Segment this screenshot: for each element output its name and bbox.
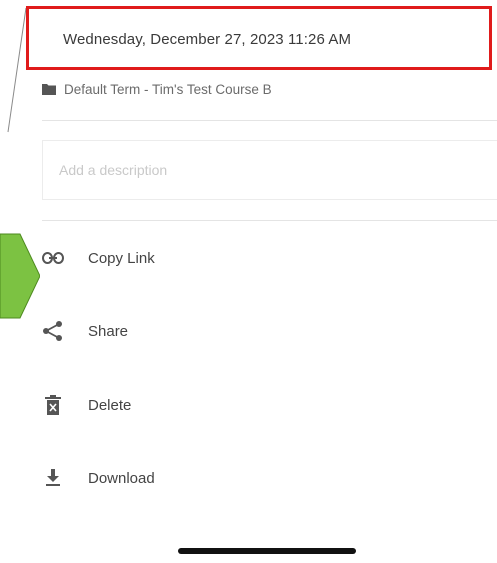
share-label: Share [88,322,129,340]
share-icon [42,320,64,342]
copy-link-button[interactable]: Copy Link [42,238,342,278]
delete-label: Delete [88,396,132,414]
delete-button[interactable]: Delete [42,385,342,425]
download-icon [42,467,64,489]
trash-icon [42,394,64,416]
datetime-highlight-box: Wednesday, December 27, 2023 11:26 AM [26,6,492,70]
link-icon [42,247,64,269]
pointer-arrow [0,233,40,319]
divider [42,220,497,221]
download-label: Download [88,469,155,487]
event-datetime: Wednesday, December 27, 2023 11:26 AM [63,31,352,48]
description-input[interactable] [42,140,497,200]
home-indicator[interactable] [178,548,356,554]
course-name: Default Term - Tim's Test Course B [64,81,272,97]
copy-link-label: Copy Link [88,249,155,267]
course-row: Default Term - Tim's Test Course B [42,80,272,98]
folder-icon [42,84,56,95]
divider [42,120,497,121]
download-button[interactable]: Download [42,458,342,498]
share-button[interactable]: Share [42,311,342,351]
